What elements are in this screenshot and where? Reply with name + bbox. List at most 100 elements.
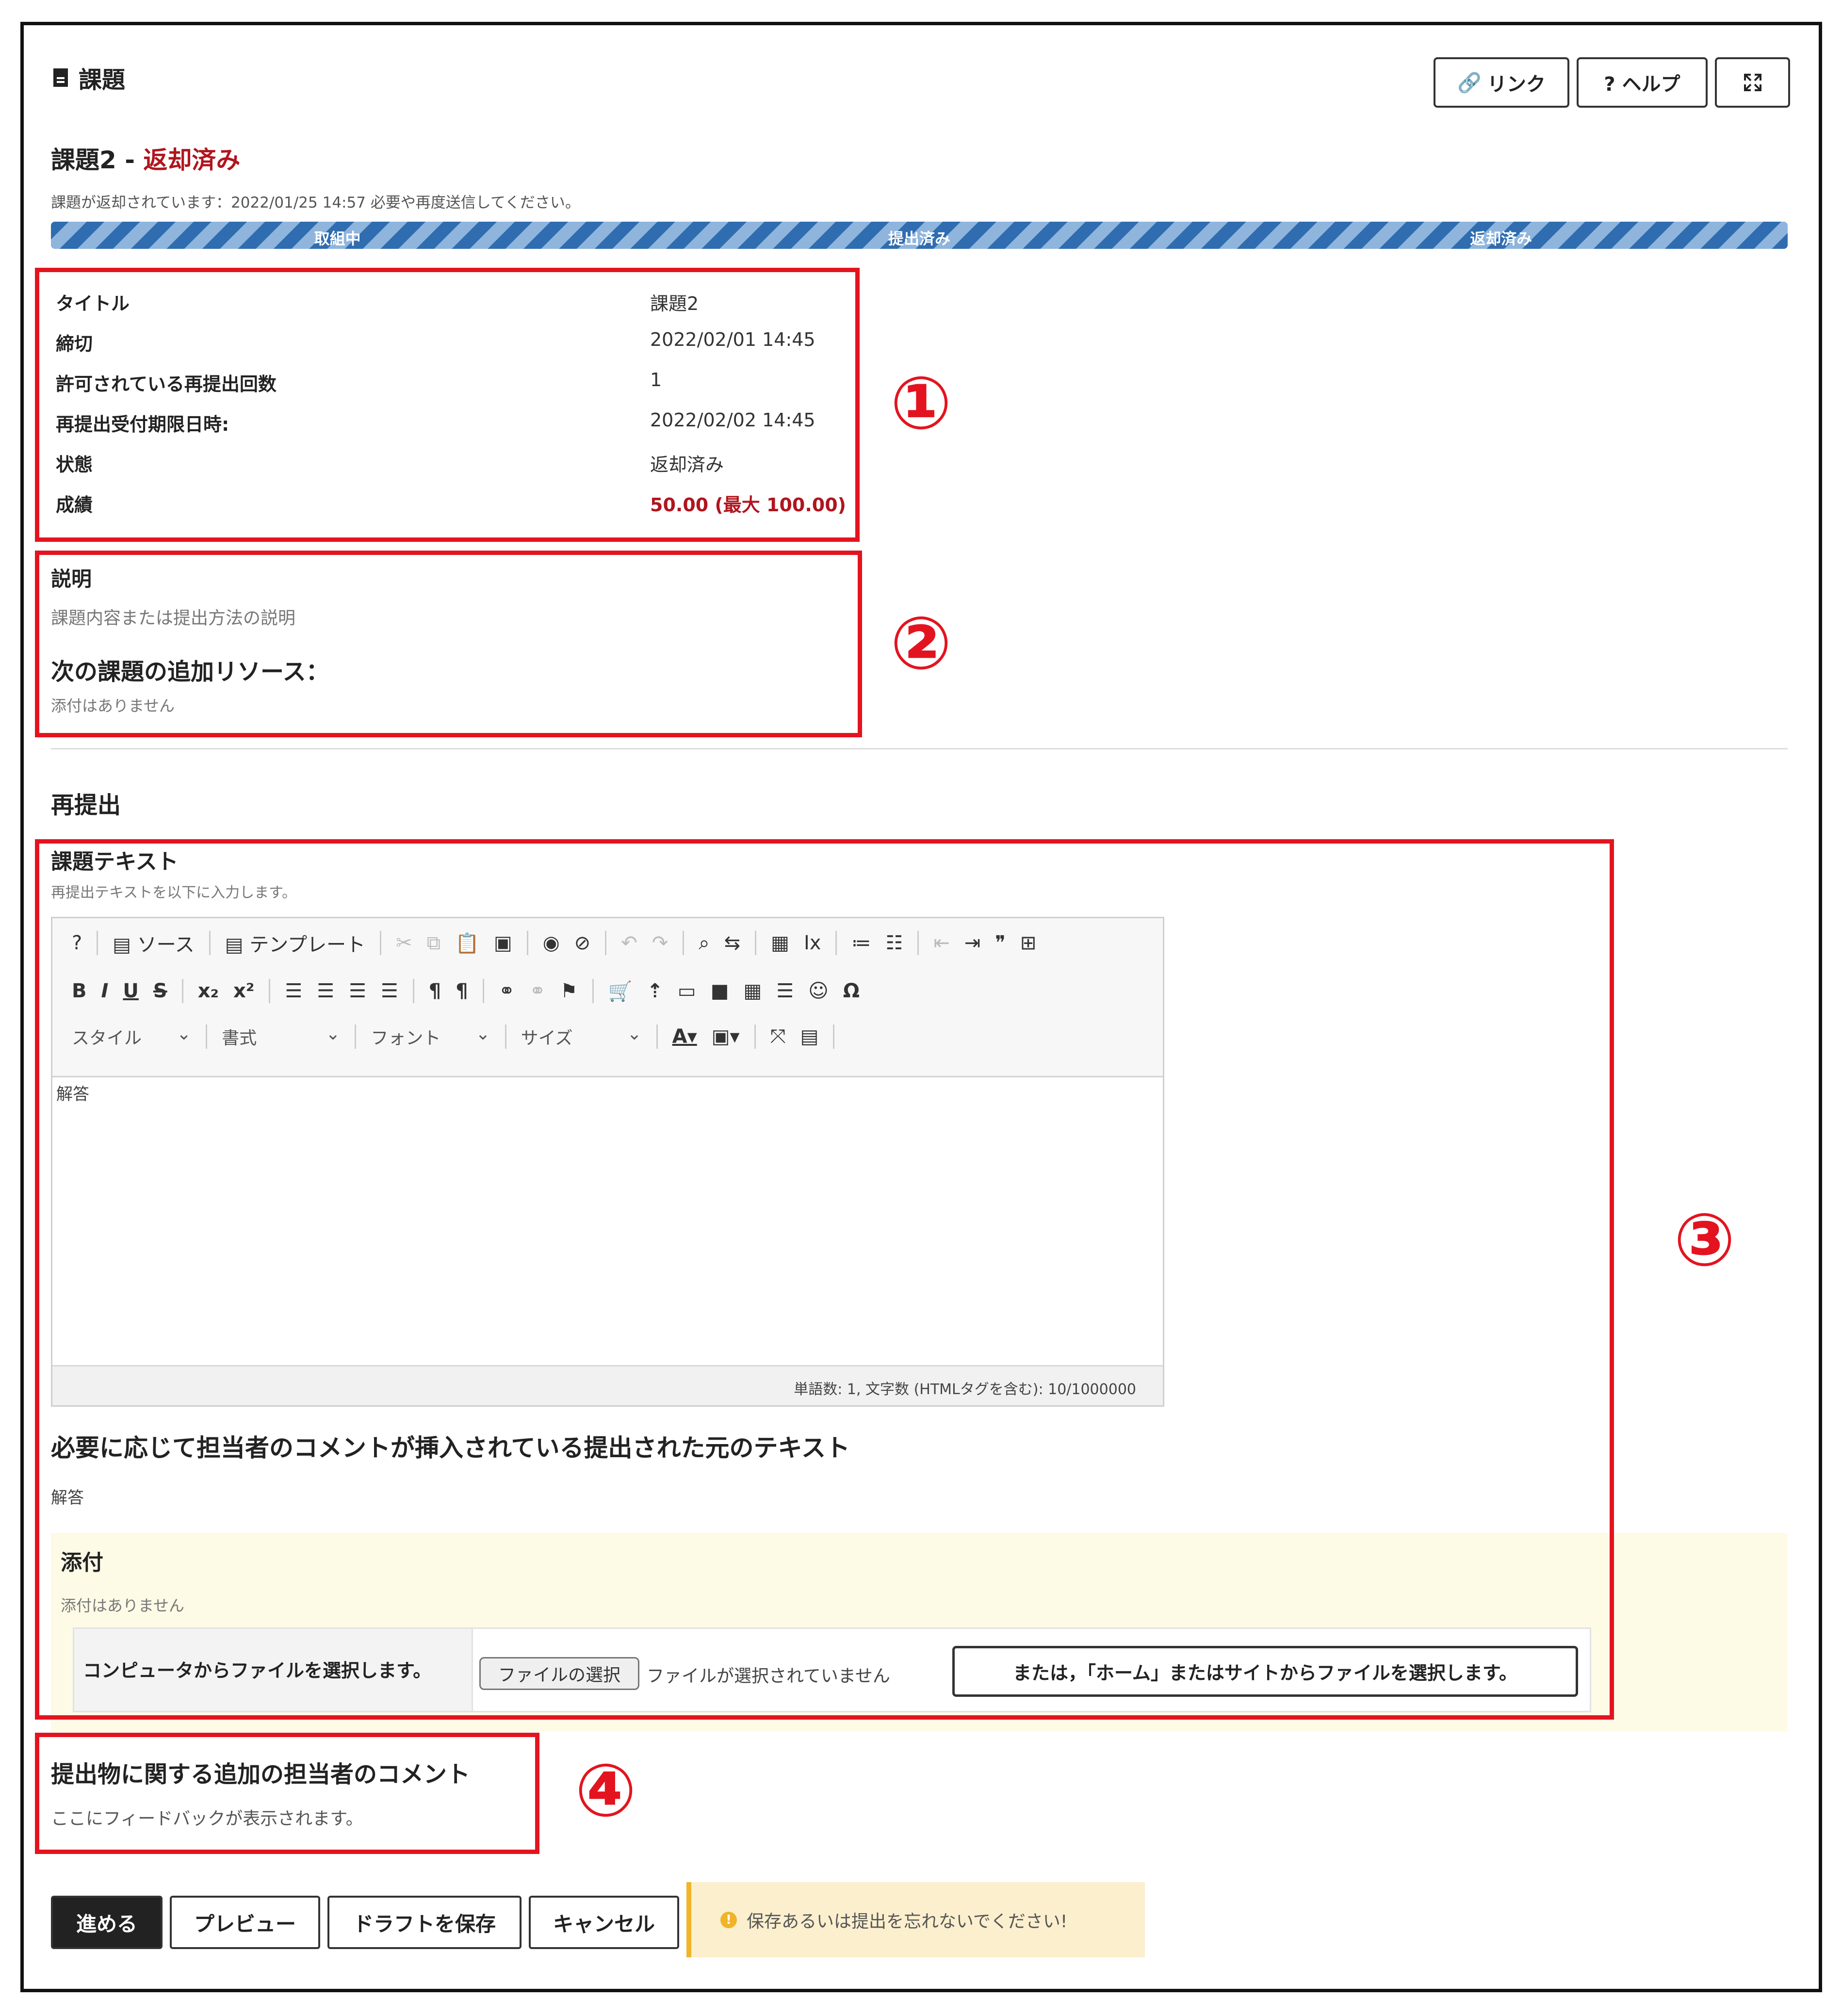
image-icon[interactable]: ▭: [678, 980, 696, 1002]
assignment-text-heading: 課題テキスト: [51, 849, 179, 874]
redo-icon[interactable]: ↷: [652, 932, 668, 954]
cart-icon[interactable]: 🛒: [608, 980, 633, 1003]
choose-file-button[interactable]: ファイルの選択: [479, 1657, 639, 1690]
detail-label-title: タイトル: [56, 293, 130, 314]
editor-toolbar: ? ▤ ソース ▤ テンプレート ✂ ⧉ 📋 ▣ ◉ ⊘ ↶ ↷ ⌕ ⇆ ▦ I…: [52, 918, 1163, 1077]
select-all-icon[interactable]: ▦: [771, 932, 789, 954]
text-color-icon[interactable]: A▾: [672, 1025, 697, 1048]
preview-button[interactable]: プレビュー: [170, 1896, 320, 1949]
paste-icon[interactable]: 📋: [455, 932, 479, 955]
link-button[interactable]: 🔗 リンク: [1434, 57, 1569, 108]
warning-icon: !: [720, 1911, 737, 1928]
unlink-icon[interactable]: ⚭: [529, 980, 546, 1002]
video-icon[interactable]: ■: [711, 980, 729, 1002]
align-center-icon[interactable]: ☰: [317, 980, 334, 1002]
no-file-selected: ファイルが選択されていません: [647, 1666, 890, 1686]
help-button[interactable]: ? ヘルプ: [1577, 57, 1708, 108]
italic-icon[interactable]: I: [101, 980, 109, 1002]
rich-text-editor: ? ▤ ソース ▤ テンプレート ✂ ⧉ 📋 ▣ ◉ ⊘ ↶ ↷ ⌕ ⇆ ▦ I…: [51, 917, 1164, 1407]
justify-icon[interactable]: ☰: [381, 980, 398, 1002]
file-select-label-cell: コンピュータからファイルを選択します。: [74, 1629, 473, 1711]
feedback-text: ここにフィードバックが表示されます。: [51, 1809, 363, 1829]
cancel-button[interactable]: キャンセル: [529, 1896, 679, 1949]
attachments-empty: 添付はありません: [61, 1596, 185, 1615]
emoji-icon[interactable]: ☺: [808, 980, 829, 1002]
copy-icon[interactable]: ⧉: [427, 932, 441, 954]
special-char-icon[interactable]: Ω: [843, 980, 860, 1002]
horizontal-rule-icon[interactable]: ☰: [776, 980, 794, 1002]
table-icon[interactable]: ▦: [744, 980, 762, 1002]
select-from-home-button[interactable]: または，「ホーム」またはサイトからファイルを選択します。: [952, 1646, 1578, 1697]
find-replace-icon[interactable]: ⇆: [724, 932, 741, 954]
progress-bar: 取組中 提出済み 返却済み: [51, 222, 1788, 249]
align-left-icon[interactable]: ☰: [285, 980, 302, 1002]
annotation-number-1: ①: [890, 361, 952, 446]
spellcheck-icon[interactable]: ◉: [543, 932, 560, 954]
find-icon[interactable]: ⌕: [699, 932, 709, 954]
show-blocks-icon[interactable]: ▤: [800, 1025, 819, 1048]
file-select-label: コンピュータからファイルを選択します。: [83, 1660, 432, 1681]
size-dropdown-label: サイズ: [521, 1028, 573, 1048]
chevron-down-icon: ⌄: [326, 1024, 341, 1044]
save-reminder: ! 保存あるいは提出を忘れないでください!: [686, 1882, 1145, 1957]
anchor-icon[interactable]: ⚑: [560, 980, 578, 1002]
detail-label-due: 締切: [56, 333, 93, 355]
save-draft-button[interactable]: ドラフトを保存: [327, 1896, 522, 1949]
chevron-down-icon: ⌄: [475, 1024, 490, 1044]
indent-icon[interactable]: ⇥: [964, 932, 981, 954]
source-button[interactable]: ▤ ソース: [113, 929, 195, 957]
bg-color-icon[interactable]: ▣▾: [712, 1025, 740, 1048]
div-icon[interactable]: ⊞: [1020, 932, 1037, 954]
rtl-icon[interactable]: ¶: [456, 980, 468, 1002]
editor-content: 解答: [56, 1085, 89, 1104]
description-text: 課題内容または提出方法の説明: [51, 608, 296, 628]
annotation-box-4: [35, 1733, 539, 1854]
detail-value-title: 課題2: [650, 293, 699, 314]
style-dropdown[interactable]: スタイル ⌄: [72, 1024, 191, 1049]
bold-icon[interactable]: B: [72, 980, 87, 1002]
blockquote-icon[interactable]: ❞: [995, 932, 1006, 954]
superscript-icon[interactable]: x²: [233, 980, 254, 1002]
bullet-list-icon[interactable]: ☷: [885, 932, 903, 954]
editor-content-area[interactable]: 解答: [52, 1076, 1163, 1368]
upload-icon[interactable]: ⇡: [647, 980, 663, 1002]
font-dropdown[interactable]: フォント ⌄: [371, 1024, 490, 1049]
editor-statusbar: 単語数: 1, 文字数 (HTMLタグを含む): 10/1000000: [52, 1365, 1163, 1405]
feedback-heading: 提出物に関する追加の担当者のコメント: [51, 1761, 471, 1788]
proceed-button[interactable]: 進める: [51, 1896, 163, 1949]
replace-icon[interactable]: ⊘: [574, 932, 591, 954]
chevron-down-icon: ⌄: [177, 1024, 192, 1044]
subscript-icon[interactable]: x₂: [198, 980, 219, 1002]
return-notice: 課題が返却されています：2022/01/25 14:57 必要や再度送信してくだ…: [51, 194, 580, 211]
save-reminder-text: 保存あるいは提出を忘れないでください!: [747, 1911, 1068, 1932]
undo-icon[interactable]: ↶: [621, 932, 637, 954]
format-dropdown[interactable]: 書式 ⌄: [222, 1024, 340, 1049]
file-select-row: コンピュータからファイルを選択します。 ファイルの選択 ファイルが選択されていま…: [73, 1627, 1591, 1712]
detail-value-resubmit-deadline: 2022/02/02 14:45: [650, 409, 815, 431]
resources-empty: 添付はありません: [51, 697, 175, 715]
maximize-icon[interactable]: ⤧: [770, 1025, 786, 1048]
link-insert-icon[interactable]: ⚭: [499, 980, 515, 1002]
strike-icon[interactable]: S: [153, 980, 167, 1002]
size-dropdown[interactable]: サイズ ⌄: [521, 1024, 642, 1049]
section-divider: [51, 748, 1788, 749]
cut-icon[interactable]: ✂: [396, 932, 412, 954]
template-button[interactable]: ▤ テンプレート: [225, 929, 365, 957]
align-right-icon[interactable]: ☰: [349, 980, 366, 1002]
underline-icon[interactable]: U: [123, 980, 138, 1002]
resources-heading: 次の課題の追加リソース：: [51, 658, 329, 685]
fullscreen-button[interactable]: [1715, 57, 1790, 108]
page-title: 課題: [53, 61, 125, 95]
detail-label-resubmit-deadline: 再提出受付期限日時:: [56, 414, 229, 435]
help-icon[interactable]: ?: [72, 932, 82, 954]
paste-text-icon[interactable]: ▣: [494, 932, 512, 954]
detail-label-grade: 成績: [56, 494, 93, 516]
remove-format-icon[interactable]: Ix: [804, 932, 821, 954]
help-button-label: ? ヘルプ: [1604, 73, 1680, 96]
numbered-list-icon[interactable]: ≔: [851, 932, 871, 954]
font-dropdown-label: フォント: [371, 1028, 441, 1048]
outdent-icon[interactable]: ⇤: [933, 932, 950, 954]
ltr-icon[interactable]: ¶: [429, 980, 441, 1002]
assignment-heading: 課題2 - 返却済み: [51, 141, 240, 176]
detail-value-due: 2022/02/01 14:45: [650, 329, 815, 350]
